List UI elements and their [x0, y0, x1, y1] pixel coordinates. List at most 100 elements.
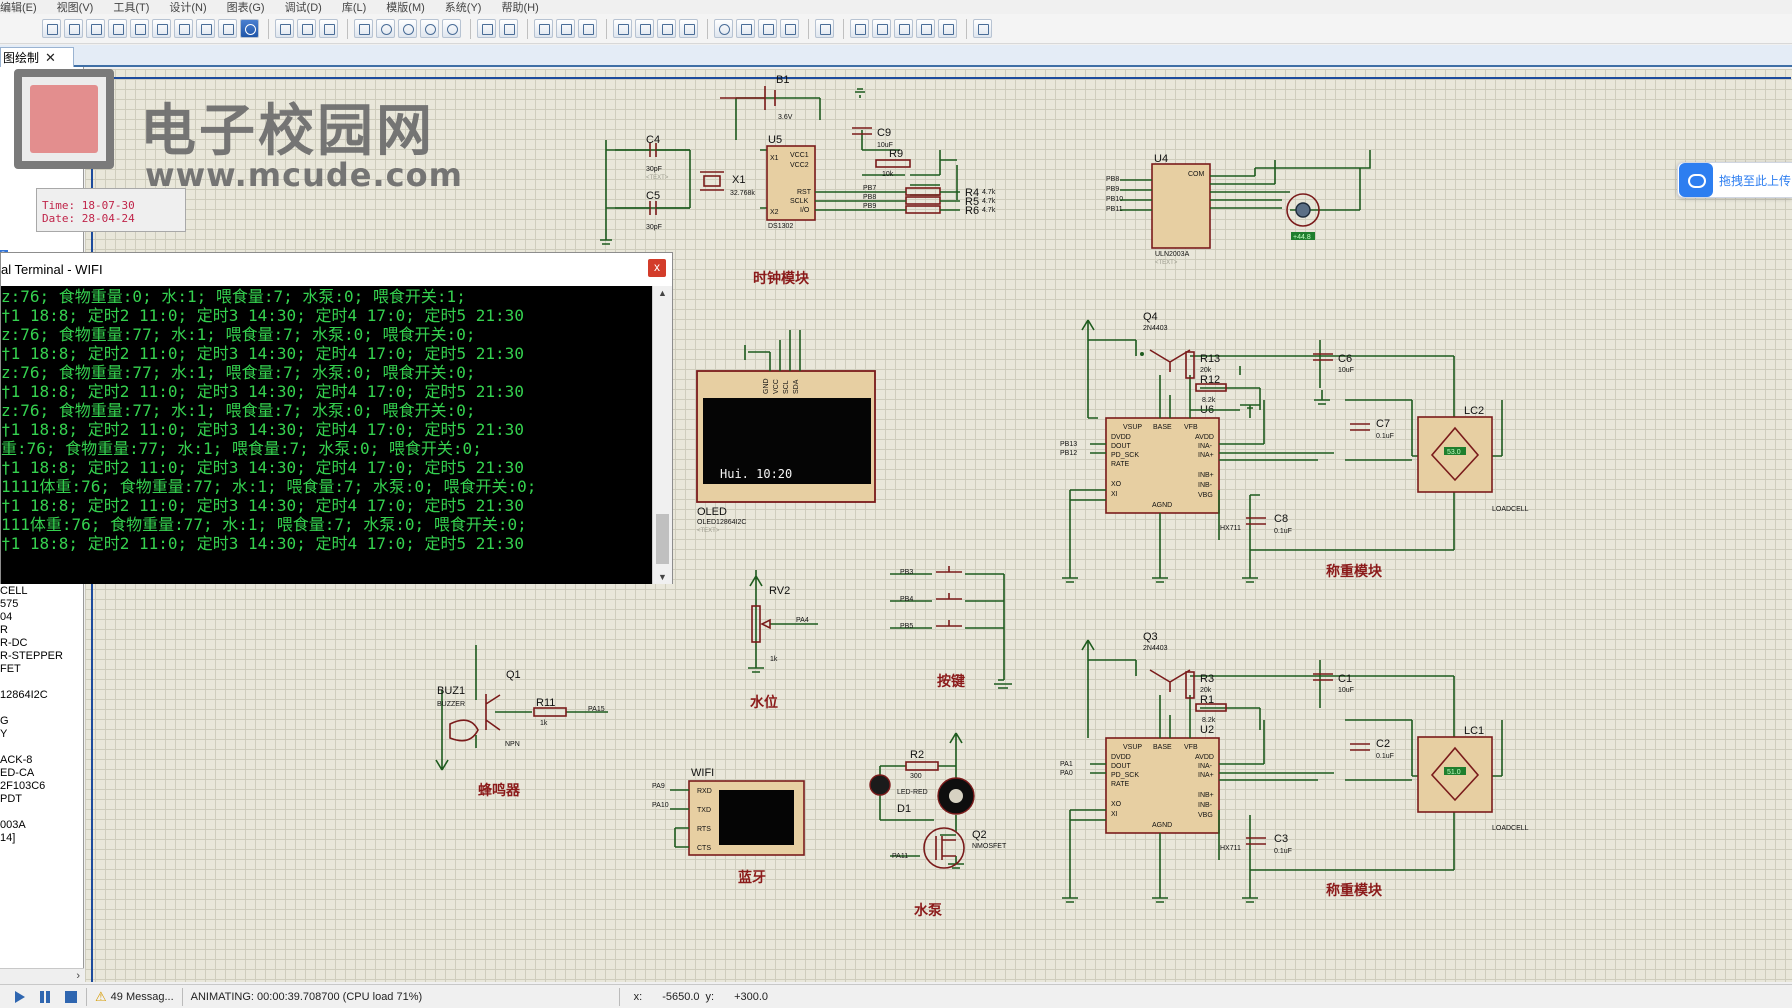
label-r1: R1 [1200, 694, 1214, 706]
warning-icon[interactable]: ⚠ [95, 989, 107, 1005]
pin-base: BASE [1153, 424, 1172, 431]
pin-rts: RTS [697, 826, 711, 833]
status-divider [618, 987, 620, 1006]
water-level-module[interactable]: RV2 1k PA4 水位 [748, 570, 818, 711]
label-oled: OLED [697, 506, 727, 518]
pin-xi-2: XI [1111, 811, 1118, 818]
terminal-line: 111体重:76; 食物重量:77; 水:1; 喂食量:7; 水泵:0; 喂食开… [1, 515, 527, 534]
terminal-title[interactable]: al Terminal - WIFI [1, 253, 672, 285]
text-c4: <TEXT> [646, 175, 669, 181]
label-c7: C7 [1376, 418, 1390, 430]
terminal-output[interactable]: z:76; 食物重量:0; 水:1; 喂食量:7; 水泵:0; 喂食开关:1; †… [1, 286, 652, 584]
label-c6: C6 [1338, 353, 1352, 365]
terminal-scrollbar[interactable]: ▲ ▼ [652, 286, 672, 584]
label-c1: C1 [1338, 673, 1352, 685]
module-label-weigh-top: 称重模块 [1326, 563, 1383, 580]
net-pa4: PA4 [796, 617, 809, 624]
upload-text: 拖拽至此上传 [1719, 173, 1792, 188]
value-r6: 4.7k [982, 207, 996, 214]
net-pa9: PA9 [652, 783, 665, 790]
label-c5: C5 [646, 190, 660, 202]
cloud-upload-icon [1679, 163, 1713, 197]
pin-inb-minus: INB- [1198, 482, 1213, 489]
module-label-pump: 水泵 [914, 902, 942, 919]
weigh-module-bottom[interactable]: U2 VSUP BASE VFB DVDD DOUT PD_SCK RATE X… [1060, 631, 1529, 903]
pin-ina-plus: INA+ [1198, 452, 1214, 459]
label-u2: U2 [1200, 724, 1214, 736]
weigh-module-top[interactable]: U6 VSUP BASE VFB DVDD DOUT PD_SCK RATE X… [1060, 311, 1529, 583]
label-r3: R3 [1200, 673, 1214, 685]
buzzer-module[interactable]: BUZ1 BUZZER Q1 NPN R11 1k PA15 蜂鸣器 [435, 645, 608, 799]
pin-vfb: VFB [1184, 424, 1198, 431]
part-q3: 2N4403 [1143, 645, 1168, 652]
pin-io: I/O [800, 207, 810, 214]
x-coordinate: -5650.0 [662, 990, 700, 1003]
label-q1: Q1 [506, 669, 521, 681]
watermark-url: www.mcude.com [145, 156, 463, 194]
part-lc1: LOADCELL [1492, 825, 1529, 832]
pin-ina-plus-2: INA+ [1198, 772, 1214, 779]
value-r9: 10k [882, 171, 894, 178]
terminal-line: †1 18:8; 定时2 11:0; 定时3 14:30; 定时4 17:0; … [1, 496, 524, 515]
play-icon[interactable] [12, 990, 26, 1004]
label-buz1: BUZ1 [437, 685, 465, 697]
clock-date-label: Date: [42, 212, 76, 225]
value-r11: 1k [540, 720, 548, 727]
messages-count[interactable]: 49 Messag... [111, 991, 174, 1003]
net-pa1: PA1 [1060, 761, 1073, 768]
status-bar: ⚠ 49 Messag... ANIMATING: 00:00:39.70870… [0, 984, 1792, 1008]
oled-module[interactable]: Hui. 10:20 GND VCC SCL SDA OLED OLED1286… [696, 330, 876, 534]
terminal-line: †1 18:8; 定时2 11:0; 定时3 14:30; 定时4 17:0; … [1, 534, 524, 553]
part-oled: OLED12864I2C [697, 519, 746, 526]
pin-dvdd-2: DVDD [1111, 754, 1131, 761]
value-x1: 32.768k [730, 190, 755, 197]
chevron-down-icon[interactable]: ▼ [658, 572, 667, 582]
pause-icon[interactable] [38, 990, 52, 1004]
keys-module[interactable]: PB3 PB4 PB5 按键 [890, 566, 1012, 690]
value-c6: 10uF [1338, 367, 1354, 374]
label-u4: U4 [1154, 153, 1168, 165]
chevron-up-icon[interactable]: ▲ [658, 288, 667, 298]
pump-module[interactable]: R2 300 LED-RED D1 Q2 NMOSFET PA11 水泵 [869, 732, 1007, 919]
label-c9: C9 [877, 127, 891, 139]
clock-time-value: 18-07-30 [81, 199, 135, 212]
module-label-clock: 时钟模块 [753, 270, 810, 287]
terminal-line: †1 18:8; 定时2 11:0; 定时3 14:30; 定时4 17:0; … [1, 306, 524, 325]
label-c2: C2 [1376, 738, 1390, 750]
label-r2: R2 [910, 749, 924, 761]
value-r4: 4.7k [982, 189, 996, 196]
upload-drop-badge[interactable]: 拖拽至此上传 [1677, 162, 1792, 198]
module-label-bluetooth: 蓝牙 [738, 869, 766, 886]
status-divider [86, 987, 87, 1006]
stepper-module[interactable]: U4 ULN2003A <TEXT> COM PB8 PB9 PB10 PB11… [1106, 150, 1371, 266]
net-pb4: PB4 [900, 596, 913, 603]
value-rv2: 1k [770, 656, 778, 663]
net-pa15: PA15 [588, 706, 605, 713]
label-r13: R13 [1200, 353, 1220, 365]
pin-txd: TXD [697, 807, 711, 814]
label-r12: R12 [1200, 374, 1220, 386]
net-pa10: PA10 [652, 802, 669, 809]
bluetooth-module[interactable]: WIFI RXD TXD RTS CTS PA9 PA10 蓝牙 [652, 767, 805, 886]
module-label-buzzer: 蜂鸣器 [478, 782, 521, 799]
value-b1: 3.6V [778, 114, 793, 121]
terminal-line: 重:76; 食物重量:77; 水:1; 喂食量:7; 水泵:0; 喂食开关:0; [1, 439, 482, 458]
virtual-terminal-window[interactable]: al Terminal - WIFI x z:76; 食物重量:0; 水:1; … [0, 252, 673, 584]
label-q2: Q2 [972, 829, 987, 841]
pin-inb-plus: INB+ [1198, 472, 1214, 479]
value-r12: 8.2k [1202, 397, 1216, 404]
net-pa11: PA11 [892, 853, 908, 860]
part-led: LED-RED [897, 789, 928, 796]
pin-pd-sck: PD_SCK [1111, 452, 1139, 459]
net-pb3: PB3 [900, 569, 913, 576]
status-divider [181, 987, 183, 1006]
pin-vcc: VCC [773, 379, 780, 394]
close-icon[interactable]: x [648, 259, 666, 277]
value-c7: 0.1uF [1376, 433, 1394, 440]
pin-vbg-2: VBG [1198, 812, 1213, 819]
scrollbar-thumb[interactable] [656, 514, 669, 564]
value-c3: 0.1uF [1274, 848, 1292, 855]
pin-rxd: RXD [697, 788, 712, 795]
stop-icon[interactable] [64, 990, 78, 1004]
label-lc2: LC2 [1464, 405, 1484, 417]
